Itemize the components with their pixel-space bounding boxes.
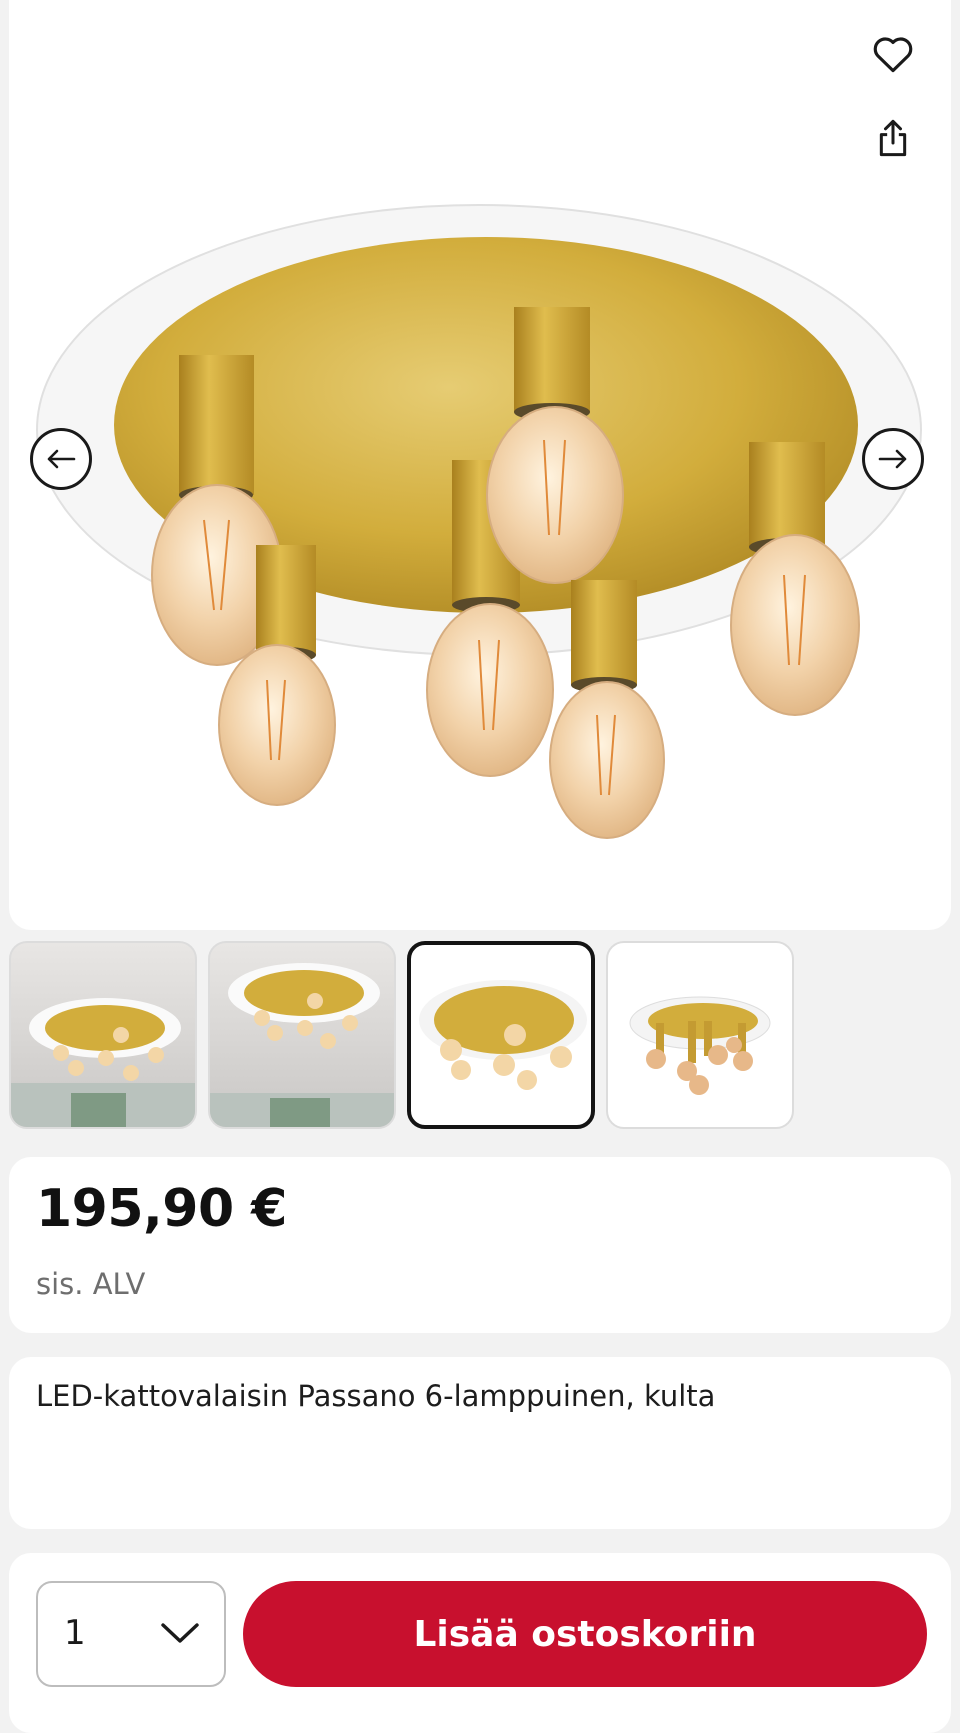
arrow-right-icon — [878, 449, 907, 469]
title-card: LED-kattovalaisin Passano 6-lamppuinen, … — [9, 1357, 951, 1529]
chevron-down-icon — [161, 1623, 199, 1643]
quantity-select[interactable]: 1 — [36, 1581, 226, 1687]
thumbnail-image — [11, 998, 195, 1127]
previous-image-button[interactable] — [30, 428, 92, 490]
thumbnail-image — [419, 980, 587, 1090]
product-image-gallery[interactable] — [9, 0, 951, 930]
share-button[interactable] — [867, 112, 919, 164]
arrow-left-icon — [47, 449, 76, 469]
favorite-button[interactable] — [867, 28, 919, 80]
thumbnail-image — [210, 963, 394, 1127]
heart-icon — [873, 37, 913, 73]
add-to-cart-button[interactable]: Lisää ostoskoriin — [243, 1581, 927, 1687]
thumbnail-2[interactable] — [208, 941, 396, 1129]
product-image — [36, 204, 922, 839]
price-card: 195,90 € sis. ALV — [9, 1157, 951, 1333]
thumbnail-4[interactable] — [606, 941, 794, 1129]
purchase-card: 1 Lisää ostoskoriin — [9, 1553, 951, 1733]
share-icon — [879, 119, 907, 157]
thumbnail-1[interactable] — [9, 941, 197, 1129]
thumbnail-image — [629, 996, 771, 1095]
next-image-button[interactable] — [862, 428, 924, 490]
quantity-value: 1 — [64, 1613, 86, 1653]
product-title: LED-kattovalaisin Passano 6-lamppuinen, … — [36, 1379, 716, 1413]
vat-note: sis. ALV — [36, 1267, 146, 1301]
thumbnail-3[interactable] — [407, 941, 595, 1129]
product-price: 195,90 € — [36, 1179, 287, 1239]
